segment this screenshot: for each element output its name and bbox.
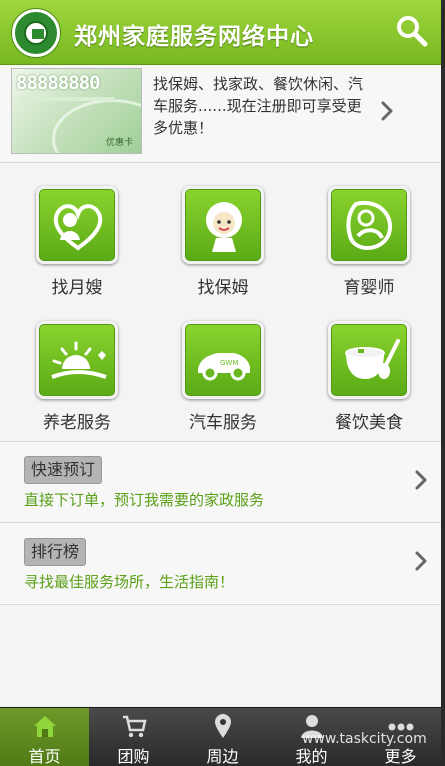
quick-order-subtitle: 直接下订单，预订我需要的家政服务 <box>24 491 265 509</box>
ranking-subtitle: 寻找最佳服务场所，生活指南！ <box>24 573 235 591</box>
service-baomu[interactable]: 找保姆 <box>173 186 273 298</box>
ranking-badge: 排行榜 <box>24 538 87 566</box>
sunrise-icon <box>51 341 107 379</box>
header-bar: 郑州家庭服务网络中心 <box>0 0 445 65</box>
discount-card-image: 88888880 优惠卡 <box>11 68 142 154</box>
nanny-icon <box>206 202 242 252</box>
quick-order-badge: 快速预订 <box>24 456 103 484</box>
bowl-spoon-icon <box>345 339 400 379</box>
tab-group-buy[interactable]: 团购 <box>89 708 178 766</box>
service-label: 找保姆 <box>197 278 249 298</box>
service-yuesao[interactable]: 找月嫂 <box>27 186 127 298</box>
location-pin-icon <box>215 714 231 738</box>
service-label: 餐饮美食 <box>335 413 403 433</box>
shopping-cart-icon <box>123 715 147 738</box>
service-label: 养老服务 <box>43 413 111 433</box>
service-qiche[interactable]: GWM 汽车服务 <box>173 321 273 433</box>
tab-nearby[interactable]: 周边 <box>178 708 267 766</box>
service-label: 汽车服务 <box>189 413 257 433</box>
tab-home[interactable]: 首页 <box>0 708 89 766</box>
chevron-right-icon <box>415 470 427 490</box>
car-icon: GWM <box>198 353 250 381</box>
promo-banner[interactable]: 88888880 优惠卡 找保姆、找家政、餐饮休闲、汽车服务......现在注册… <box>0 65 445 163</box>
card-label: 优惠卡 <box>106 138 134 148</box>
tab-label: 周边 <box>206 747 239 766</box>
service-label: 找月嫂 <box>51 278 103 298</box>
mother-baby-heart-icon <box>53 204 103 251</box>
promo-text: 找保姆、找家政、餐饮休闲、汽车服务......现在注册即可享受更多优惠！ <box>153 75 364 137</box>
frame-edge <box>441 0 445 766</box>
card-number: 88888880 <box>16 72 101 94</box>
chevron-right-icon <box>415 551 427 571</box>
tab-label: 团购 <box>117 747 150 766</box>
service-yanglao[interactable]: 养老服务 <box>27 321 127 433</box>
tab-label: 首页 <box>28 747 61 766</box>
service-canyin[interactable]: 餐饮美食 <box>319 321 419 433</box>
home-icon <box>34 716 56 737</box>
nursing-mother-icon <box>346 200 392 250</box>
ranking-row[interactable]: 排行榜 寻找最佳服务场所，生活指南！ <box>0 523 445 605</box>
chevron-right-icon <box>381 101 393 121</box>
service-label: 育婴师 <box>343 278 395 298</box>
search-icon[interactable] <box>396 15 428 47</box>
family-service-logo <box>12 9 60 57</box>
quick-order-row[interactable]: 快速预订 直接下订单，预订我需要的家政服务 <box>0 441 445 523</box>
page-title: 郑州家庭服务网络中心 <box>74 24 314 50</box>
service-yuyingshi[interactable]: 育婴师 <box>319 186 419 298</box>
svg-text:GWM: GWM <box>220 359 238 367</box>
watermark: www.taskcity.com <box>302 731 427 747</box>
